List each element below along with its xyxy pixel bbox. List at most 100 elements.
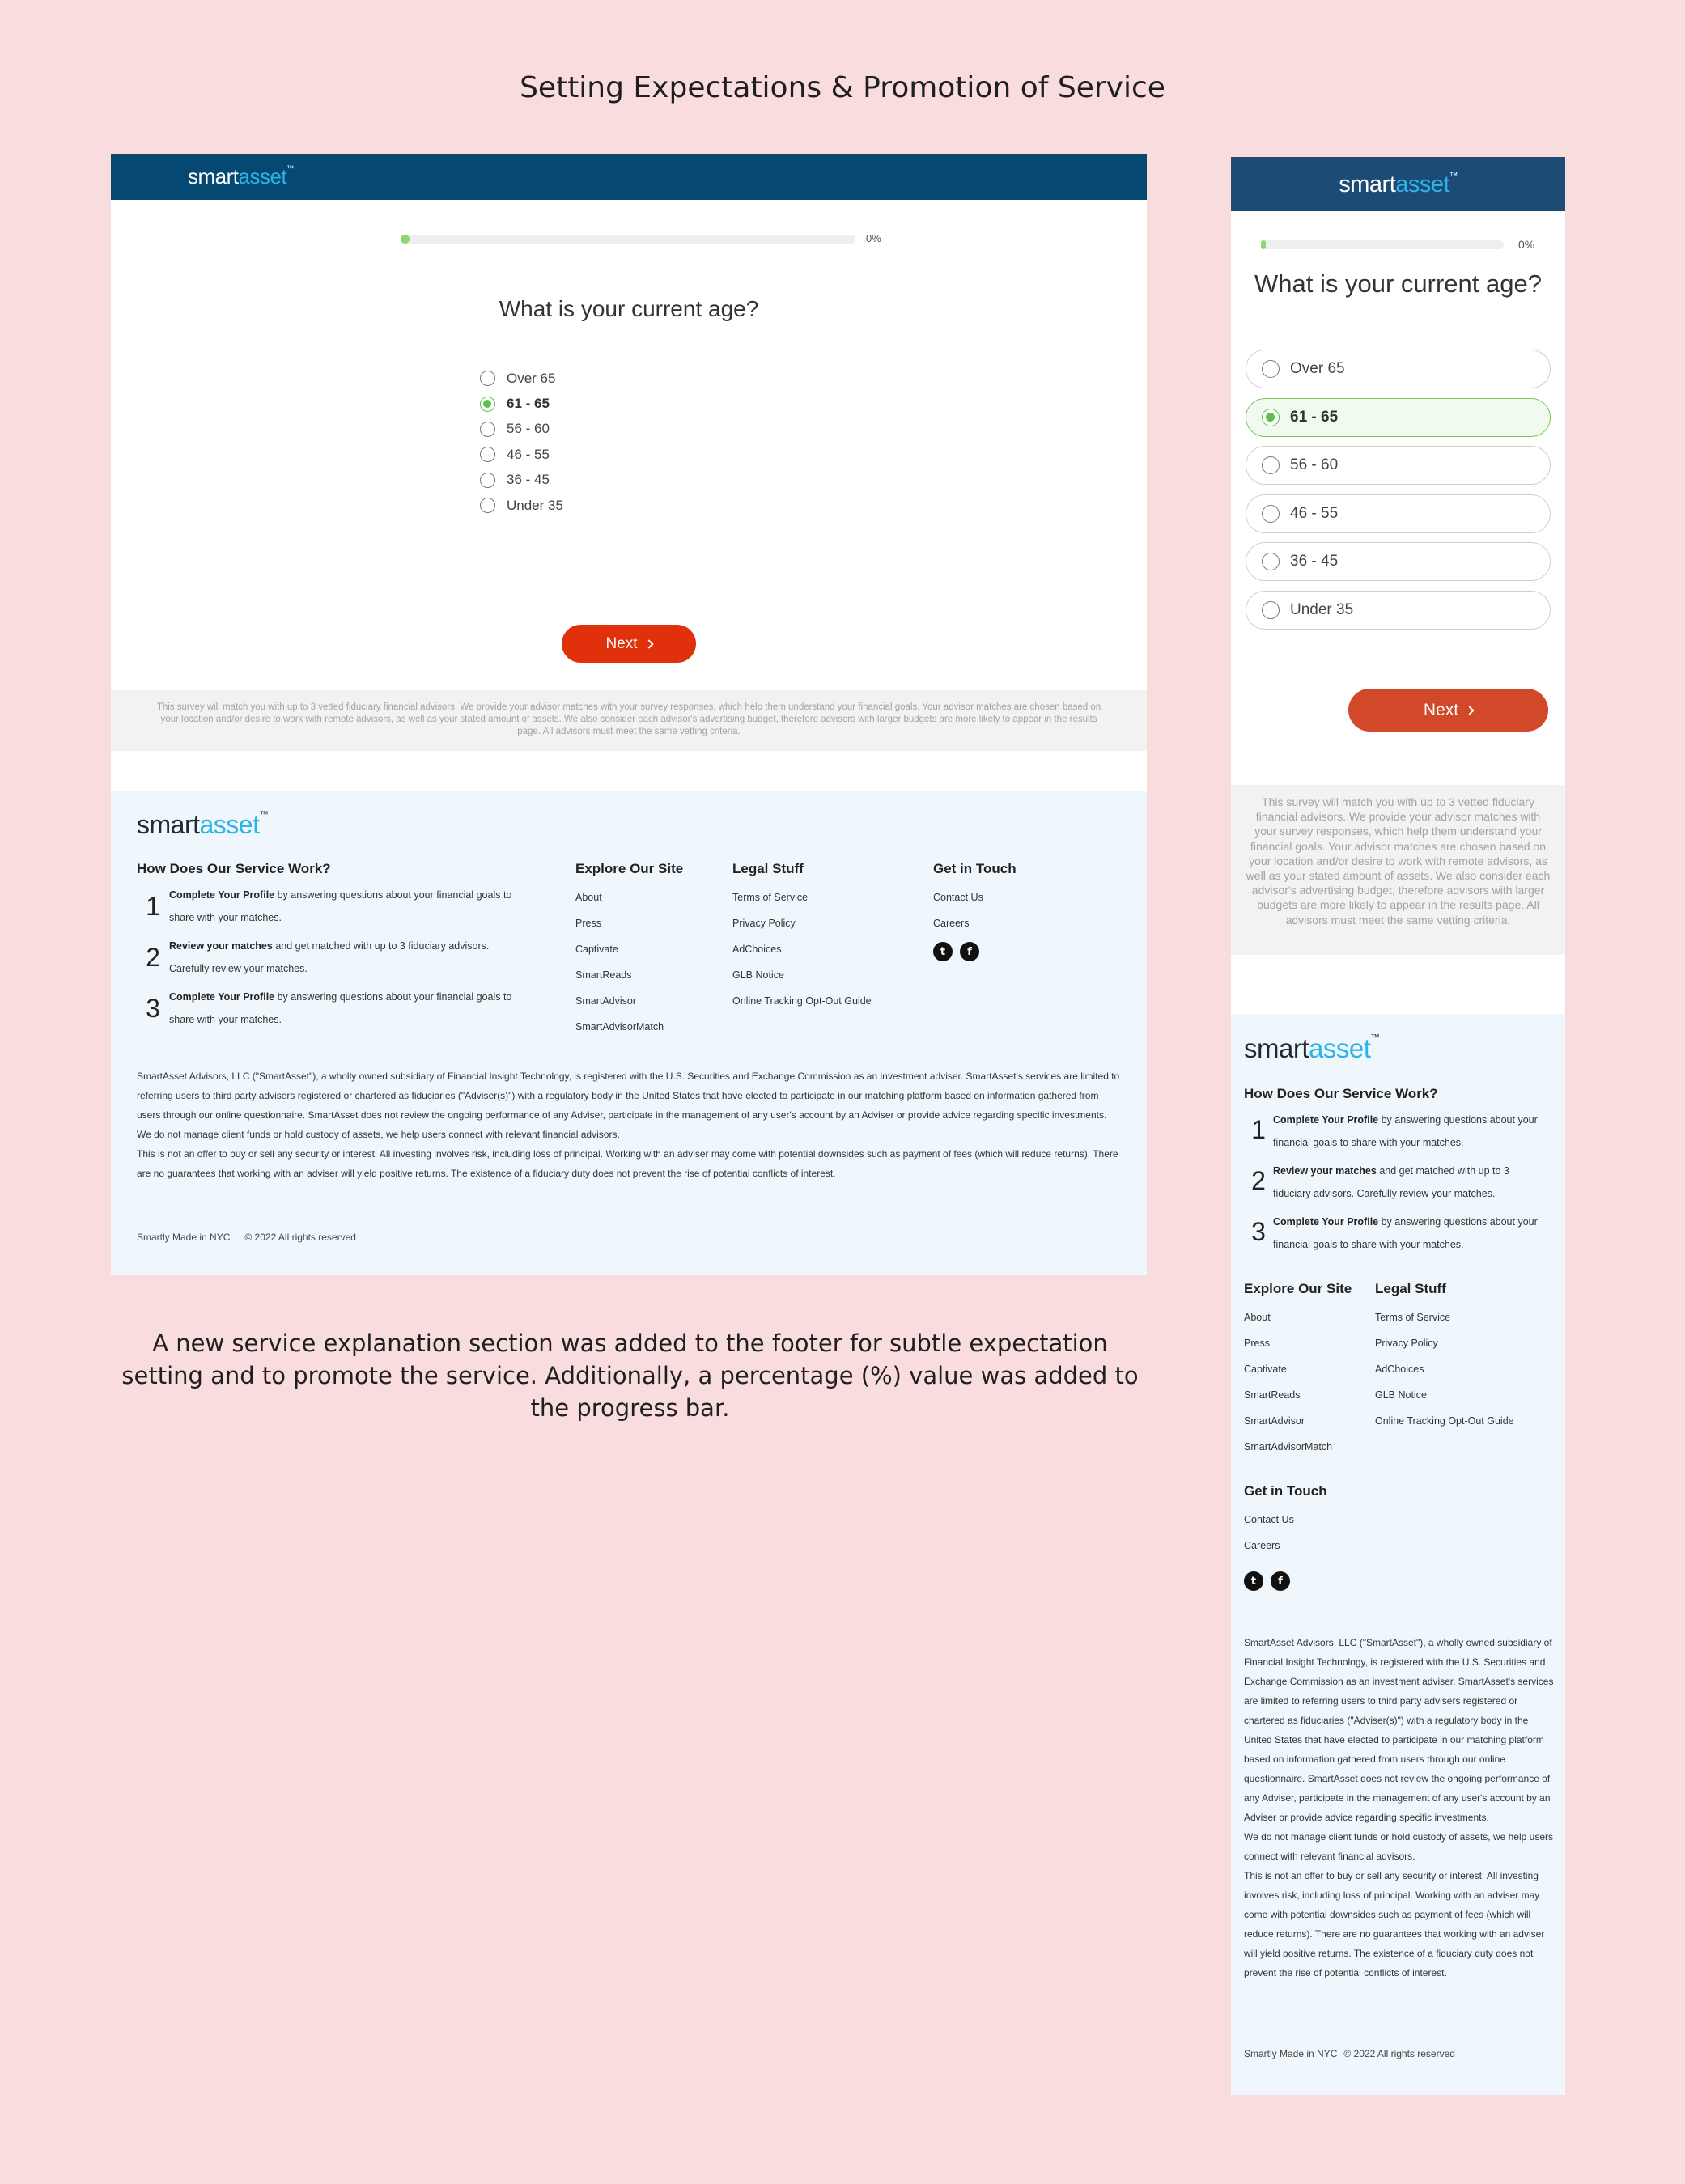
option-label: 36 - 45 — [507, 472, 550, 488]
link-opt-out-guide[interactable]: Online Tracking Opt-Out Guide — [732, 988, 872, 1014]
footer-bottom: Smartly Made in NYC © 2022 All rights res… — [137, 1232, 356, 1243]
link-smartreads[interactable]: SmartReads — [1244, 1382, 1352, 1408]
option-61-65[interactable]: 61 - 65 — [480, 391, 563, 416]
link-captivate[interactable]: Captivate — [1244, 1356, 1352, 1382]
logo-text-smart: smart — [137, 810, 200, 839]
explore-column: Explore Our Site About Press Captivate S… — [575, 861, 683, 1040]
legal-disclosure: SmartAsset Advisors, LLC ("SmartAsset"),… — [1244, 1633, 1556, 1983]
option-56-60[interactable]: 56 - 60 — [480, 417, 563, 442]
step-number: 3 — [146, 994, 160, 1023]
option-label: 61 - 65 — [507, 396, 550, 412]
footer-logo[interactable]: smartasset™ — [1244, 1033, 1380, 1064]
logo-trademark: ™ — [1449, 172, 1458, 180]
next-button[interactable]: Next — [562, 625, 696, 663]
option-under-35[interactable]: Under 35 — [1246, 590, 1551, 630]
logo-trademark: ™ — [259, 810, 269, 820]
option-56-60[interactable]: 56 - 60 — [1246, 446, 1551, 485]
option-over-65[interactable]: Over 65 — [480, 366, 563, 391]
link-careers[interactable]: Careers — [1244, 1533, 1327, 1558]
option-label: Under 35 — [507, 497, 563, 513]
facebook-icon[interactable]: f — [1271, 1571, 1290, 1591]
step-number: 3 — [1251, 1217, 1266, 1246]
link-smartadvisor[interactable]: SmartAdvisor — [1244, 1408, 1352, 1434]
legal-text-2: We do not manage client funds or hold cu… — [1244, 1831, 1553, 1862]
footer-logo[interactable]: smartasset™ — [137, 810, 269, 840]
radio-icon[interactable] — [1262, 553, 1280, 570]
logo-text-smart: smart — [1339, 172, 1396, 197]
radio-icon[interactable] — [480, 447, 495, 463]
step-text: Complete Your Profile by answering quest… — [169, 884, 525, 929]
option-46-55[interactable]: 46 - 55 — [1246, 494, 1551, 533]
legal-title: Legal Stuff — [1375, 1281, 1446, 1296]
twitter-icon[interactable]: t — [1244, 1571, 1263, 1591]
survey-disclaimer: This survey will match you with up to 3 … — [1231, 785, 1565, 955]
link-terms[interactable]: Terms of Service — [1375, 1304, 1514, 1330]
option-under-35[interactable]: Under 35 — [480, 493, 563, 518]
radio-icon[interactable] — [1262, 360, 1280, 378]
link-smartadvisormatch[interactable]: SmartAdvisorMatch — [1244, 1434, 1352, 1460]
logo-text-asset: asset — [199, 810, 260, 839]
progress-fill — [401, 235, 410, 244]
smartasset-logo[interactable]: smartasset™ — [188, 164, 294, 189]
link-about[interactable]: About — [575, 884, 683, 910]
link-careers[interactable]: Careers — [933, 910, 1017, 936]
age-options: Over 65 61 - 65 56 - 60 46 - 55 36 - 45 … — [480, 366, 563, 518]
link-contact-us[interactable]: Contact Us — [1244, 1507, 1327, 1533]
option-36-45[interactable]: 36 - 45 — [480, 468, 563, 493]
link-privacy[interactable]: Privacy Policy — [1375, 1330, 1514, 1356]
question-title: What is your current age? — [1254, 269, 1542, 298]
radio-icon[interactable] — [480, 371, 495, 387]
site-header: smartasset™ — [111, 154, 1147, 200]
link-terms[interactable]: Terms of Service — [732, 884, 872, 910]
radio-icon[interactable] — [480, 472, 495, 488]
step-text: Complete Your Profile by answering quest… — [1273, 1211, 1548, 1256]
link-press[interactable]: Press — [1244, 1330, 1352, 1356]
age-options: Over 65 61 - 65 56 - 60 46 - 55 36 - 45 … — [1246, 350, 1551, 638]
link-glb-notice[interactable]: GLB Notice — [1375, 1382, 1514, 1408]
radio-icon[interactable] — [480, 498, 495, 514]
step-3: 3 Complete Your Profile by answering que… — [137, 986, 525, 1031]
step-1: 1 Complete Your Profile by answering que… — [1244, 1109, 1556, 1154]
social-links: t f — [933, 942, 1017, 961]
how-it-works-section: How Does Our Service Work? 1 Complete Yo… — [1244, 1086, 1556, 1262]
legal-text-3: This is not an offer to buy or sell any … — [1244, 1870, 1545, 1978]
link-smartreads[interactable]: SmartReads — [575, 962, 683, 988]
step-text: Complete Your Profile by answering quest… — [1273, 1109, 1548, 1154]
radio-icon[interactable] — [1262, 504, 1280, 523]
link-contact-us[interactable]: Contact Us — [933, 884, 1017, 910]
smartasset-logo[interactable]: smartasset™ — [1339, 172, 1458, 198]
option-36-45[interactable]: 36 - 45 — [1246, 542, 1551, 581]
radio-selected-icon[interactable] — [1262, 408, 1280, 426]
link-captivate[interactable]: Captivate — [575, 936, 683, 962]
step-number: 2 — [1251, 1166, 1266, 1195]
link-adchoices[interactable]: AdChoices — [1375, 1356, 1514, 1382]
link-smartadvisor[interactable]: SmartAdvisor — [575, 988, 683, 1014]
radio-icon[interactable] — [480, 421, 495, 437]
twitter-icon[interactable]: t — [933, 942, 953, 961]
link-about[interactable]: About — [1244, 1304, 1352, 1330]
progress-percent: 0% — [1518, 238, 1535, 251]
logo-text-smart: smart — [188, 164, 239, 189]
option-61-65[interactable]: 61 - 65 — [1246, 397, 1551, 437]
link-opt-out-guide[interactable]: Online Tracking Opt-Out Guide — [1375, 1408, 1514, 1434]
link-adchoices[interactable]: AdChoices — [732, 936, 872, 962]
option-label: 56 - 60 — [507, 421, 550, 437]
next-button[interactable]: Next — [1348, 689, 1548, 732]
option-over-65[interactable]: Over 65 — [1246, 350, 1551, 388]
link-privacy[interactable]: Privacy Policy — [732, 910, 872, 936]
copyright: © 2022 All rights reserved — [244, 1232, 356, 1243]
step-2: 2 Review your matches and get matched wi… — [137, 935, 525, 980]
radio-selected-icon[interactable] — [480, 396, 495, 412]
step-number: 2 — [146, 943, 160, 972]
next-label: Next — [605, 634, 638, 652]
radio-icon[interactable] — [1262, 456, 1280, 474]
link-smartadvisormatch[interactable]: SmartAdvisorMatch — [575, 1014, 683, 1040]
option-46-55[interactable]: 46 - 55 — [480, 442, 563, 467]
contact-title: Get in Touch — [1244, 1483, 1327, 1499]
link-glb-notice[interactable]: GLB Notice — [732, 962, 872, 988]
link-press[interactable]: Press — [575, 910, 683, 936]
facebook-icon[interactable]: f — [960, 942, 979, 961]
option-label: 61 - 65 — [1290, 408, 1339, 426]
legal-disclosure: SmartAsset Advisors, LLC ("SmartAsset"),… — [137, 1067, 1120, 1183]
radio-icon[interactable] — [1262, 600, 1280, 619]
